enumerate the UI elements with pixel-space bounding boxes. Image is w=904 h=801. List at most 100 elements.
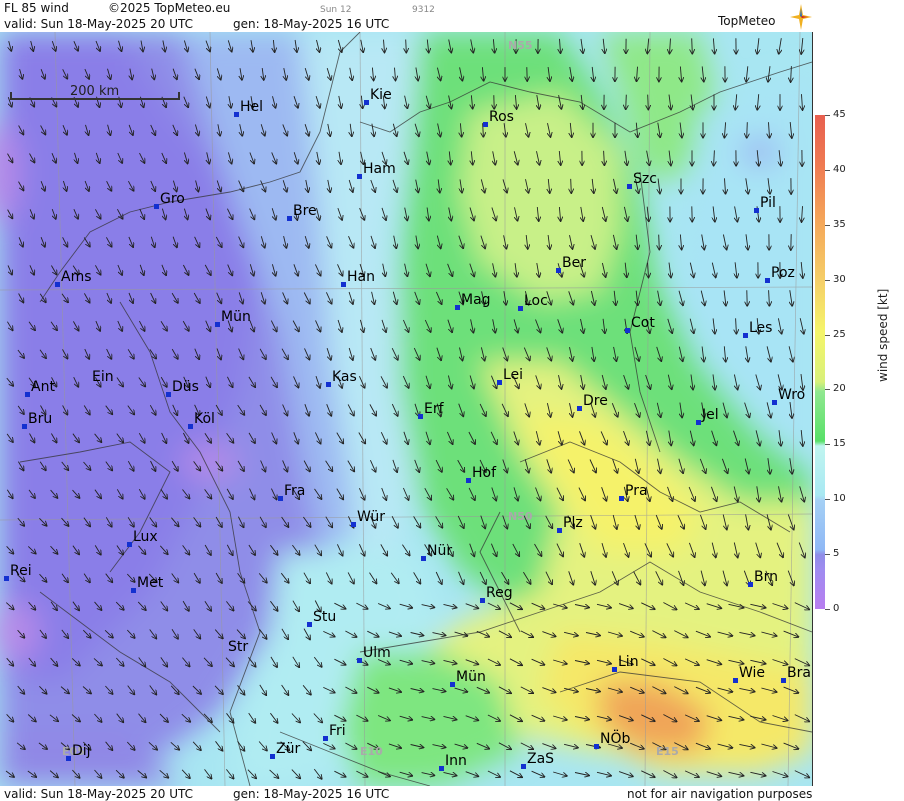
generated-time: gen: 18-May-2025 16 UTC: [233, 17, 390, 31]
city-marker[interactable]: Kas: [326, 370, 357, 387]
city-dot: [418, 414, 423, 419]
city-name: Ams: [61, 269, 92, 285]
distance-scale: 200 km: [10, 84, 180, 102]
city-marker[interactable]: Met: [131, 576, 163, 593]
city-marker[interactable]: Fri: [323, 724, 346, 741]
city-marker[interactable]: Ant: [25, 380, 55, 397]
city-dot: [270, 754, 275, 759]
grid-label-e15: E15: [656, 745, 679, 758]
city-marker[interactable]: Kie: [364, 88, 392, 105]
city-dot: [357, 174, 362, 179]
city-marker[interactable]: Dre: [577, 394, 608, 411]
city-marker[interactable]: Wro: [772, 388, 805, 405]
city-marker[interactable]: Mün: [215, 310, 251, 327]
city-dot: [4, 576, 9, 581]
city-marker[interactable]: Plz: [557, 516, 583, 533]
city-dot: [455, 305, 460, 310]
colorbar-tick-mark: [825, 444, 830, 446]
city-dot: [754, 208, 759, 213]
city-marker[interactable]: Hof: [466, 466, 496, 483]
colorbar-tick: 45: [833, 109, 846, 120]
wind-map[interactable]: 200 km N55 N50 E05 E10 E15 Hel Kie Ros Ham S…: [0, 32, 813, 786]
city-marker[interactable]: Nür: [421, 544, 452, 561]
city-marker[interactable]: Lin: [612, 655, 639, 672]
city-marker[interactable]: Szc: [627, 172, 657, 189]
city-dot: [326, 382, 331, 387]
colorbar-tick-mark: [825, 389, 830, 391]
city-marker[interactable]: Ams: [55, 270, 92, 287]
city-marker[interactable]: Bru: [22, 412, 52, 429]
city-marker[interactable]: Les: [743, 321, 772, 338]
city-marker[interactable]: Lei: [497, 368, 523, 385]
city-marker[interactable]: Cot: [625, 316, 655, 333]
city-dot: [733, 678, 738, 683]
city-marker[interactable]: Hel: [234, 100, 263, 117]
city-dot: [154, 204, 159, 209]
city-marker[interactable]: Ham: [357, 162, 396, 179]
city-name: Nür: [427, 543, 453, 559]
city-marker[interactable]: Ber: [556, 256, 586, 273]
colorbar-tick-mark: [825, 554, 830, 556]
city-dot: [748, 582, 753, 587]
city-dot: [518, 306, 523, 311]
topmeteo-logo[interactable]: TopMeteo: [718, 14, 775, 28]
city-marker[interactable]: Reg: [480, 586, 513, 603]
city-name: Hof: [472, 465, 497, 481]
city-marker[interactable]: Gro: [154, 192, 185, 209]
city-name: Szc: [633, 171, 657, 187]
city-marker[interactable]: Dij: [66, 744, 91, 761]
city-marker[interactable]: Loc: [518, 294, 548, 311]
city-marker[interactable]: Rei: [4, 564, 32, 581]
city-marker[interactable]: Fra: [278, 484, 305, 501]
city-marker[interactable]: Erf: [418, 402, 444, 419]
city-marker[interactable]: Bre: [287, 204, 317, 221]
city-marker[interactable]: Ros: [483, 110, 514, 127]
city-marker[interactable]: Poz: [765, 266, 795, 283]
sun-code: Sun 12: [320, 5, 352, 15]
city-label[interactable]: Str: [228, 640, 248, 654]
city-marker[interactable]: Bra: [781, 666, 811, 683]
city-marker[interactable]: Mün: [450, 670, 486, 687]
city-marker[interactable]: Lux: [127, 530, 158, 547]
colorbar-tick-mark: [825, 279, 830, 281]
city-dot: [364, 100, 369, 105]
city-marker[interactable]: NÖb: [594, 732, 630, 749]
city-name: Dij: [72, 743, 91, 759]
city-marker[interactable]: Wür: [351, 510, 385, 527]
city-marker[interactable]: Pra: [619, 484, 648, 501]
colorbar-tick: 30: [833, 273, 846, 285]
city-dot: [188, 424, 193, 429]
colorbar-tick-mark: [825, 115, 830, 116]
city-name: Kas: [332, 369, 357, 385]
city-dot: [234, 112, 239, 117]
city-marker[interactable]: Pil: [754, 196, 776, 213]
city-marker[interactable]: ZaS: [521, 752, 554, 769]
city-dot: [577, 406, 582, 411]
city-marker[interactable]: Stu: [307, 610, 336, 627]
city-marker[interactable]: Han: [341, 270, 375, 287]
colorbar-tick-mark: [825, 334, 830, 336]
city-marker[interactable]: Brn: [748, 570, 778, 587]
city-name: Ulm: [363, 645, 391, 661]
colorbar-tick-mark: [825, 169, 830, 171]
city-label[interactable]: Ein: [92, 370, 114, 384]
city-dot: [450, 682, 455, 687]
city-marker[interactable]: Wie: [733, 666, 765, 683]
city-marker[interactable]: Mag: [455, 293, 491, 310]
city-dot: [215, 322, 220, 327]
wind-arrow: [626, 94, 627, 110]
city-marker[interactable]: Ulm: [357, 646, 391, 663]
city-name: Fri: [329, 723, 346, 739]
city-name: Mün: [221, 309, 251, 325]
city-marker[interactable]: Köl: [188, 412, 215, 429]
wind-arrow: [406, 39, 407, 53]
grid-label-n50: N50: [508, 510, 533, 523]
city-dot: [480, 598, 485, 603]
city-marker[interactable]: Jel: [696, 408, 719, 425]
city-marker[interactable]: Zür: [270, 742, 300, 759]
colorbar-tick-mark: [825, 499, 830, 501]
city-dot: [278, 496, 283, 501]
footer-generated-time: gen: 18-May-2025 16 UTC: [233, 787, 390, 801]
city-marker[interactable]: Inn: [439, 754, 467, 771]
city-marker[interactable]: Düs: [166, 380, 199, 397]
